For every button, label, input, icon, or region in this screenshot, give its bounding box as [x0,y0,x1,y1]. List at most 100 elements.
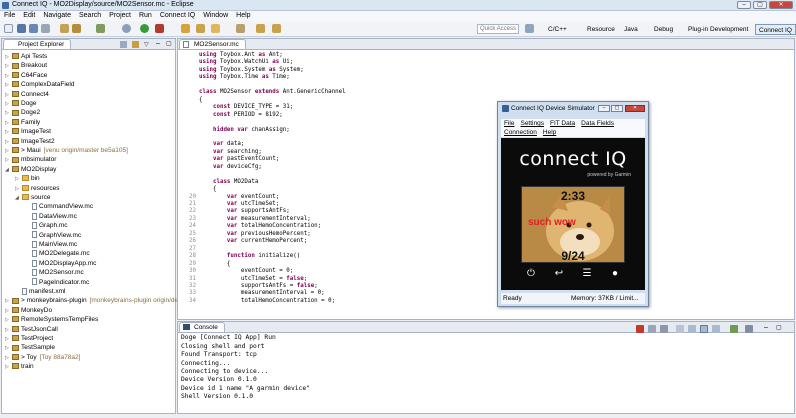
tree-item[interactable]: PageIndicator.mc [25,278,89,287]
perspective-java[interactable]: Java [621,24,641,35]
tree-item[interactable]: ▷ > Maui [venu origin/master be5a105] [5,146,128,155]
tab-mo2sensor[interactable]: MO2Sensor.mc [179,39,246,49]
tab-project-explorer[interactable]: Project Explorer [3,39,72,49]
terminate-icon[interactable] [636,325,644,333]
close-button[interactable]: ✕ [769,1,793,9]
open-console-icon[interactable] [730,325,738,333]
scroll-lock-icon[interactable] [688,325,696,333]
tree-item[interactable]: MO2Delegate.mc [25,249,90,258]
tree-item[interactable]: ▷ ImageTest2 [5,137,55,146]
sim-menu-file[interactable]: File [501,119,517,128]
link-editor-icon[interactable] [132,41,139,48]
tree-item[interactable]: MO2Sensor.mc [25,268,84,277]
forward-icon[interactable] [272,24,281,33]
tree-item[interactable]: GraphView.mc [25,231,81,240]
tree-item[interactable]: ▷ C64Face [5,71,47,80]
menu-help[interactable]: Help [232,11,254,21]
tree-item[interactable]: ▷ Connect4 [5,90,49,99]
tree-item[interactable]: ▷ TestJsonCall [5,325,58,334]
sim-menu-connection[interactable]: Connection [501,128,540,137]
back-icon[interactable] [256,24,265,33]
tree-item[interactable]: ▷ resources [15,184,60,193]
menu-file[interactable]: File [0,11,19,21]
perspective-connect-iq[interactable]: Connect IQ [755,24,796,35]
view-menu-icon[interactable]: ▽ [144,41,151,48]
tree-item[interactable]: MO2DisplayApp.mc [25,259,96,268]
new-file-icon[interactable] [4,24,13,33]
tree-item[interactable]: ▷ bin [15,174,40,183]
tree-item[interactable]: Graph.mc [25,221,68,230]
tree-item[interactable]: ▷ ComplexDataField [5,80,74,89]
tree-item[interactable]: ▷ > Toy [Toy 88a78a2] [5,353,80,362]
tree-item[interactable]: ▷ TestSample [5,343,55,352]
tree-item[interactable]: manifest.xml [15,287,65,296]
menu-window[interactable]: Window [199,11,232,21]
display-selected-console-icon[interactable] [745,325,753,333]
open-type-icon[interactable] [196,24,205,33]
quick-access-input[interactable]: Quick Access [477,24,519,34]
sim-menu-fit-data[interactable]: FIT Data [547,119,578,128]
menu-search[interactable]: Search [75,11,105,21]
minimize-button[interactable]: – [737,1,751,9]
tree-item[interactable]: ▷ RemoteSystemsTempFiles [5,315,98,324]
device-screen[interactable]: 2:33 such wow 9/24 [521,186,625,263]
sim-menu-help[interactable]: Help [540,128,559,137]
menu-run[interactable]: Run [135,11,156,21]
perspective-plugin-dev[interactable]: Plug-in Development [685,24,751,35]
tree-item[interactable]: ▷ train [5,362,34,371]
tree-item[interactable]: ▷ > monkeybrains-plugin [monkeybrains-plug… [5,296,178,305]
maximize-view-icon[interactable]: ▢ [166,40,173,47]
perspective-resource[interactable]: Resource [584,24,618,35]
collapse-all-icon[interactable] [120,41,127,48]
simulator-close-button[interactable]: ✕ [625,105,645,112]
word-wrap-icon[interactable] [700,325,708,333]
menu-connect-iq[interactable]: Connect IQ [156,11,199,21]
remove-launch-icon[interactable] [648,325,656,333]
expanded-arrow-icon[interactable]: ◢ [15,194,22,203]
print-icon[interactable] [41,24,50,33]
collapsed-arrow-icon[interactable]: ▷ [5,363,12,372]
tree-item[interactable]: CommandView.mc [25,202,93,211]
perspective-c-cpp[interactable]: C/C++ [545,24,570,35]
power-button-icon[interactable]: ⏻ [525,268,537,280]
maximize-button[interactable]: ▢ [753,1,767,9]
tree-item[interactable]: ▷ Api Tests [5,52,47,61]
save-icon[interactable] [17,24,26,33]
tree-item[interactable]: ▷ Breakout [5,61,47,70]
tree-item[interactable]: ▷ ImageTest [5,127,51,136]
menu-project[interactable]: Project [105,11,135,21]
menu-navigate[interactable]: Navigate [39,11,75,21]
sim-menu-settings[interactable]: Settings [517,119,547,128]
perspective-debug[interactable]: Debug [651,24,676,35]
next-annotation-icon[interactable] [236,24,245,33]
clear-console-icon[interactable] [676,325,684,333]
sim-menu-data-fields[interactable]: Data Fields [578,119,617,128]
tree-item[interactable]: ▷ TestProject [5,334,53,343]
tree-item[interactable]: ▷ mbsimulator [5,155,56,164]
tree-item[interactable]: MainView.mc [25,240,77,249]
external-tools-icon[interactable] [155,24,164,33]
run-icon[interactable] [140,24,149,33]
tree-item[interactable]: ◢ source [15,193,51,202]
maximize-console-icon[interactable]: ▢ [776,325,784,333]
simulator-maximize-button[interactable]: ▢ [611,105,623,112]
search-icon[interactable] [181,24,190,33]
debug-icon[interactable] [96,24,105,33]
pin-console-icon[interactable] [712,325,720,333]
menu-button-icon[interactable]: ☰ [581,268,593,280]
tree-item[interactable]: ▷ MonkeyDo [5,306,52,315]
tree-item[interactable]: ◢ MO2Display [5,165,56,174]
remove-all-icon[interactable] [660,325,668,333]
build-all-icon[interactable] [72,24,81,33]
tree-item[interactable]: ▷ Doge2 [5,108,40,117]
open-folder-icon[interactable] [211,24,220,33]
tree-item[interactable]: ▷ Family [5,118,40,127]
menu-edit[interactable]: Edit [19,11,39,21]
open-perspective-icon[interactable] [525,24,534,33]
save-all-icon[interactable] [29,24,38,33]
tree-item[interactable]: ▷ Doge [5,99,37,108]
select-button-icon[interactable]: ● [609,268,621,280]
minimize-view-icon[interactable]: – [156,40,163,47]
build-icon[interactable] [60,24,69,33]
minimize-console-icon[interactable]: – [764,324,772,333]
